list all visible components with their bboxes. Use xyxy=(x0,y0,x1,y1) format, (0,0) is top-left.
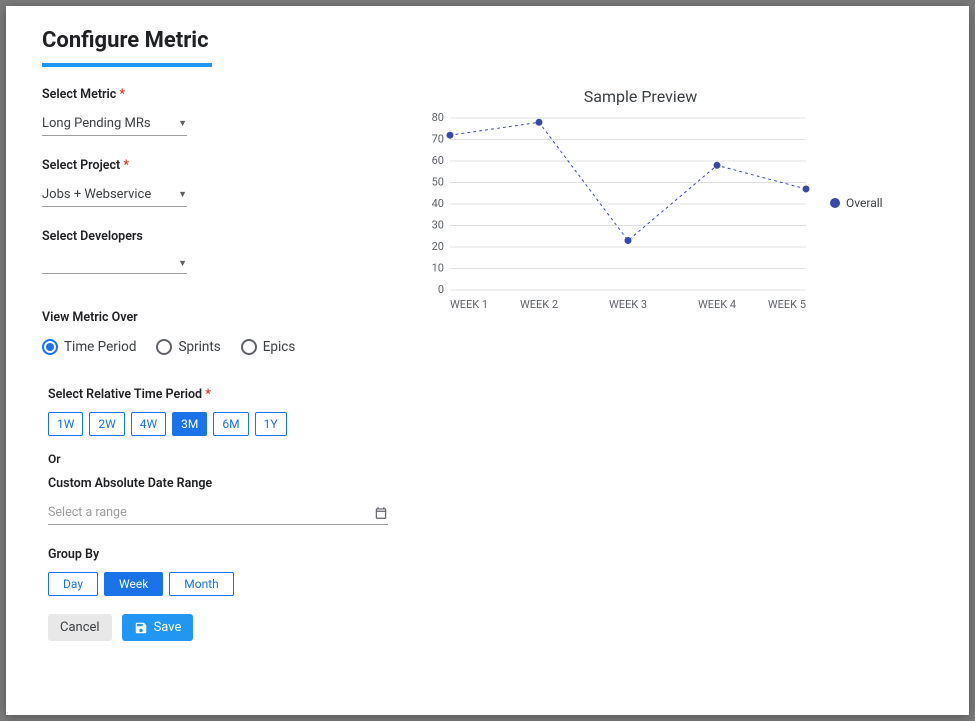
calendar-icon xyxy=(374,506,388,520)
preview-title: Sample Preview xyxy=(422,87,939,106)
view-over-radios: Time Period Sprints Epics xyxy=(42,339,382,355)
radio-epics[interactable]: Epics xyxy=(241,339,296,355)
svg-text:80: 80 xyxy=(432,112,444,124)
svg-text:WEEK 2: WEEK 2 xyxy=(520,298,558,311)
chevron-down-icon: ▼ xyxy=(178,189,187,200)
view-over-label: View Metric Over xyxy=(42,310,382,325)
save-button[interactable]: Save xyxy=(122,614,194,641)
or-label: Or xyxy=(48,452,382,466)
group-by-chips: Day Week Month xyxy=(48,572,382,596)
chip-3m[interactable]: 3M xyxy=(172,412,207,436)
radio-label: Time Period xyxy=(64,339,136,355)
metric-label: Select Metric xyxy=(42,87,382,102)
svg-text:WEEK 3: WEEK 3 xyxy=(609,298,647,311)
group-by-label: Group By xyxy=(48,547,382,562)
chip-2w[interactable]: 2W xyxy=(89,412,124,436)
svg-text:10: 10 xyxy=(432,262,444,275)
radio-icon xyxy=(42,339,58,355)
developers-label: Select Developers xyxy=(42,229,382,244)
dialog-title: Configure Metric xyxy=(42,28,939,53)
configure-metric-dialog: Configure Metric Select Metric Long Pend… xyxy=(6,6,969,715)
chip-1y[interactable]: 1Y xyxy=(255,412,287,436)
svg-text:WEEK 4: WEEK 4 xyxy=(698,298,736,311)
project-select[interactable]: Jobs + Webservice ▼ xyxy=(42,185,187,207)
date-range-label: Custom Absolute Date Range xyxy=(48,476,382,491)
chip-1w[interactable]: 1W xyxy=(48,412,83,436)
svg-text:40: 40 xyxy=(432,197,444,210)
time-period-label: Select Relative Time Period xyxy=(48,387,382,402)
svg-text:WEEK 5: WEEK 5 xyxy=(768,298,806,311)
chevron-down-icon: ▼ xyxy=(178,118,187,129)
svg-text:30: 30 xyxy=(432,219,444,232)
field-metric: Select Metric Long Pending MRs ▼ xyxy=(42,87,382,136)
title-underline xyxy=(42,63,212,67)
chip-4w[interactable]: 4W xyxy=(131,412,166,436)
svg-text:20: 20 xyxy=(432,240,444,253)
radio-sprints[interactable]: Sprints xyxy=(156,339,220,355)
project-value: Jobs + Webservice xyxy=(42,187,151,202)
metric-value: Long Pending MRs xyxy=(42,116,151,131)
sample-preview-chart: 0 10 20 30 40 50 60 70 80 WEEK 1 WEEK 2 WEEK 3 WEEK … xyxy=(422,112,812,312)
chip-day[interactable]: Day xyxy=(48,572,98,596)
save-label: Save xyxy=(154,620,182,635)
radio-icon xyxy=(156,339,172,355)
legend-overall: Overall xyxy=(830,196,883,210)
metric-select[interactable]: Long Pending MRs ▼ xyxy=(42,114,187,136)
legend-dot-icon xyxy=(830,198,840,208)
preview-column: Sample Preview 0 10 20 30 40 50 60 70 80 WEEK 1 WE… xyxy=(422,87,939,641)
svg-text:50: 50 xyxy=(432,176,444,189)
legend-label: Overall xyxy=(846,196,883,210)
svg-text:70: 70 xyxy=(432,133,444,146)
chip-week[interactable]: Week xyxy=(104,572,163,596)
date-range-input[interactable]: Select a range xyxy=(48,501,388,525)
field-developers: Select Developers ▼ xyxy=(42,229,382,274)
date-range-placeholder: Select a range xyxy=(48,505,127,520)
project-label: Select Project xyxy=(42,158,382,173)
developers-select[interactable]: ▼ xyxy=(42,256,187,274)
svg-text:WEEK 1: WEEK 1 xyxy=(450,298,488,311)
radio-label: Sprints xyxy=(178,339,220,355)
svg-text:60: 60 xyxy=(432,154,444,167)
chip-month[interactable]: Month xyxy=(169,572,233,596)
time-period-chips: 1W 2W 4W 3M 6M 1Y xyxy=(48,412,382,436)
radio-label: Epics xyxy=(263,339,296,355)
form-column: Select Metric Long Pending MRs ▼ Select … xyxy=(42,87,382,641)
field-project: Select Project Jobs + Webservice ▼ xyxy=(42,158,382,207)
radio-icon xyxy=(241,339,257,355)
radio-time-period[interactable]: Time Period xyxy=(42,339,136,355)
svg-text:0: 0 xyxy=(438,283,444,296)
save-icon xyxy=(134,621,148,635)
cancel-button[interactable]: Cancel xyxy=(48,614,112,641)
chip-6m[interactable]: 6M xyxy=(213,412,248,436)
chevron-down-icon: ▼ xyxy=(178,258,187,269)
